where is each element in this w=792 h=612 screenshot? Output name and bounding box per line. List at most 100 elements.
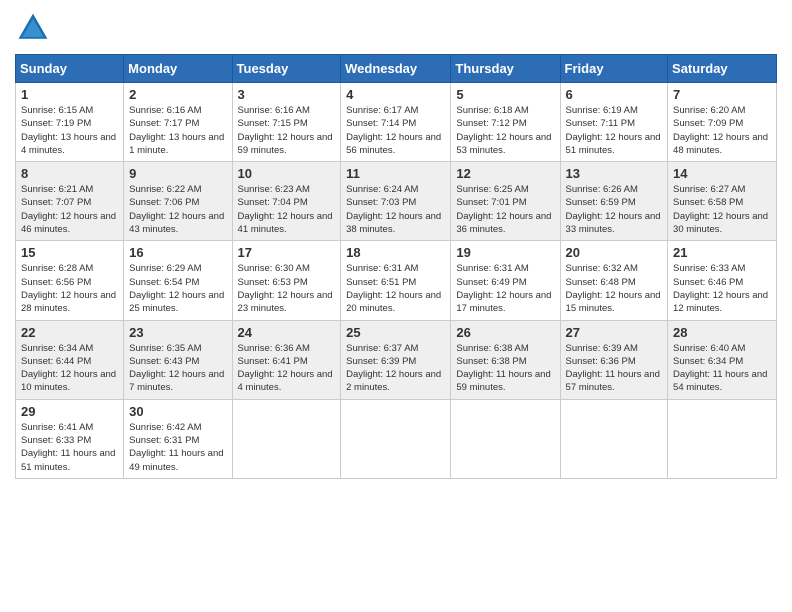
- day-info: Sunrise: 6:21 AMSunset: 7:07 PMDaylight:…: [21, 183, 118, 236]
- calendar-cell: 24 Sunrise: 6:36 AMSunset: 6:41 PMDaylig…: [232, 320, 341, 399]
- col-header-wednesday: Wednesday: [341, 55, 451, 83]
- day-number: 16: [129, 245, 226, 260]
- day-number: 11: [346, 166, 445, 181]
- calendar-cell: 30 Sunrise: 6:42 AMSunset: 6:31 PMDaylig…: [124, 399, 232, 478]
- day-number: 6: [566, 87, 663, 102]
- calendar-cell: 1 Sunrise: 6:15 AMSunset: 7:19 PMDayligh…: [16, 83, 124, 162]
- day-number: 28: [673, 325, 771, 340]
- day-number: 2: [129, 87, 226, 102]
- week-row-2: 8 Sunrise: 6:21 AMSunset: 7:07 PMDayligh…: [16, 162, 777, 241]
- day-number: 3: [238, 87, 336, 102]
- calendar-cell: 25 Sunrise: 6:37 AMSunset: 6:39 PMDaylig…: [341, 320, 451, 399]
- day-info: Sunrise: 6:23 AMSunset: 7:04 PMDaylight:…: [238, 183, 336, 236]
- day-number: 9: [129, 166, 226, 181]
- calendar: SundayMondayTuesdayWednesdayThursdayFrid…: [15, 54, 777, 479]
- day-info: Sunrise: 6:31 AMSunset: 6:49 PMDaylight:…: [456, 262, 554, 315]
- day-info: Sunrise: 6:38 AMSunset: 6:38 PMDaylight:…: [456, 342, 554, 395]
- calendar-cell: 23 Sunrise: 6:35 AMSunset: 6:43 PMDaylig…: [124, 320, 232, 399]
- day-info: Sunrise: 6:41 AMSunset: 6:33 PMDaylight:…: [21, 421, 118, 474]
- day-number: 24: [238, 325, 336, 340]
- day-info: Sunrise: 6:42 AMSunset: 6:31 PMDaylight:…: [129, 421, 226, 474]
- calendar-cell: 20 Sunrise: 6:32 AMSunset: 6:48 PMDaylig…: [560, 241, 668, 320]
- calendar-cell: 5 Sunrise: 6:18 AMSunset: 7:12 PMDayligh…: [451, 83, 560, 162]
- calendar-cell: 27 Sunrise: 6:39 AMSunset: 6:36 PMDaylig…: [560, 320, 668, 399]
- day-info: Sunrise: 6:32 AMSunset: 6:48 PMDaylight:…: [566, 262, 663, 315]
- calendar-cell: 10 Sunrise: 6:23 AMSunset: 7:04 PMDaylig…: [232, 162, 341, 241]
- day-number: 21: [673, 245, 771, 260]
- day-number: 14: [673, 166, 771, 181]
- calendar-cell: [232, 399, 341, 478]
- week-row-4: 22 Sunrise: 6:34 AMSunset: 6:44 PMDaylig…: [16, 320, 777, 399]
- day-info: Sunrise: 6:16 AMSunset: 7:17 PMDaylight:…: [129, 104, 226, 157]
- day-number: 20: [566, 245, 663, 260]
- calendar-cell: 8 Sunrise: 6:21 AMSunset: 7:07 PMDayligh…: [16, 162, 124, 241]
- col-header-sunday: Sunday: [16, 55, 124, 83]
- day-info: Sunrise: 6:16 AMSunset: 7:15 PMDaylight:…: [238, 104, 336, 157]
- day-number: 26: [456, 325, 554, 340]
- day-info: Sunrise: 6:40 AMSunset: 6:34 PMDaylight:…: [673, 342, 771, 395]
- header: [15, 10, 777, 46]
- col-header-friday: Friday: [560, 55, 668, 83]
- day-info: Sunrise: 6:17 AMSunset: 7:14 PMDaylight:…: [346, 104, 445, 157]
- day-number: 19: [456, 245, 554, 260]
- day-info: Sunrise: 6:18 AMSunset: 7:12 PMDaylight:…: [456, 104, 554, 157]
- day-number: 29: [21, 404, 118, 419]
- day-number: 17: [238, 245, 336, 260]
- day-info: Sunrise: 6:37 AMSunset: 6:39 PMDaylight:…: [346, 342, 445, 395]
- calendar-cell: 17 Sunrise: 6:30 AMSunset: 6:53 PMDaylig…: [232, 241, 341, 320]
- day-info: Sunrise: 6:22 AMSunset: 7:06 PMDaylight:…: [129, 183, 226, 236]
- day-number: 13: [566, 166, 663, 181]
- calendar-cell: 11 Sunrise: 6:24 AMSunset: 7:03 PMDaylig…: [341, 162, 451, 241]
- day-info: Sunrise: 6:31 AMSunset: 6:51 PMDaylight:…: [346, 262, 445, 315]
- day-info: Sunrise: 6:29 AMSunset: 6:54 PMDaylight:…: [129, 262, 226, 315]
- calendar-cell: 18 Sunrise: 6:31 AMSunset: 6:51 PMDaylig…: [341, 241, 451, 320]
- calendar-cell: 26 Sunrise: 6:38 AMSunset: 6:38 PMDaylig…: [451, 320, 560, 399]
- day-number: 22: [21, 325, 118, 340]
- day-info: Sunrise: 6:36 AMSunset: 6:41 PMDaylight:…: [238, 342, 336, 395]
- logo-icon: [15, 10, 51, 46]
- calendar-cell: 29 Sunrise: 6:41 AMSunset: 6:33 PMDaylig…: [16, 399, 124, 478]
- calendar-cell: 4 Sunrise: 6:17 AMSunset: 7:14 PMDayligh…: [341, 83, 451, 162]
- day-number: 30: [129, 404, 226, 419]
- calendar-cell: 15 Sunrise: 6:28 AMSunset: 6:56 PMDaylig…: [16, 241, 124, 320]
- day-number: 23: [129, 325, 226, 340]
- day-info: Sunrise: 6:19 AMSunset: 7:11 PMDaylight:…: [566, 104, 663, 157]
- calendar-cell: 6 Sunrise: 6:19 AMSunset: 7:11 PMDayligh…: [560, 83, 668, 162]
- day-info: Sunrise: 6:24 AMSunset: 7:03 PMDaylight:…: [346, 183, 445, 236]
- week-row-1: 1 Sunrise: 6:15 AMSunset: 7:19 PMDayligh…: [16, 83, 777, 162]
- day-info: Sunrise: 6:15 AMSunset: 7:19 PMDaylight:…: [21, 104, 118, 157]
- day-number: 7: [673, 87, 771, 102]
- calendar-cell: 19 Sunrise: 6:31 AMSunset: 6:49 PMDaylig…: [451, 241, 560, 320]
- col-header-saturday: Saturday: [668, 55, 777, 83]
- day-number: 12: [456, 166, 554, 181]
- calendar-cell: 3 Sunrise: 6:16 AMSunset: 7:15 PMDayligh…: [232, 83, 341, 162]
- day-info: Sunrise: 6:33 AMSunset: 6:46 PMDaylight:…: [673, 262, 771, 315]
- col-header-tuesday: Tuesday: [232, 55, 341, 83]
- calendar-cell: 9 Sunrise: 6:22 AMSunset: 7:06 PMDayligh…: [124, 162, 232, 241]
- day-number: 10: [238, 166, 336, 181]
- calendar-cell: 12 Sunrise: 6:25 AMSunset: 7:01 PMDaylig…: [451, 162, 560, 241]
- calendar-cell: 21 Sunrise: 6:33 AMSunset: 6:46 PMDaylig…: [668, 241, 777, 320]
- day-info: Sunrise: 6:30 AMSunset: 6:53 PMDaylight:…: [238, 262, 336, 315]
- day-info: Sunrise: 6:28 AMSunset: 6:56 PMDaylight:…: [21, 262, 118, 315]
- calendar-cell: [451, 399, 560, 478]
- day-info: Sunrise: 6:27 AMSunset: 6:58 PMDaylight:…: [673, 183, 771, 236]
- day-number: 4: [346, 87, 445, 102]
- col-header-monday: Monday: [124, 55, 232, 83]
- day-number: 25: [346, 325, 445, 340]
- calendar-cell: 16 Sunrise: 6:29 AMSunset: 6:54 PMDaylig…: [124, 241, 232, 320]
- week-row-3: 15 Sunrise: 6:28 AMSunset: 6:56 PMDaylig…: [16, 241, 777, 320]
- day-number: 5: [456, 87, 554, 102]
- day-info: Sunrise: 6:20 AMSunset: 7:09 PMDaylight:…: [673, 104, 771, 157]
- day-info: Sunrise: 6:35 AMSunset: 6:43 PMDaylight:…: [129, 342, 226, 395]
- day-number: 15: [21, 245, 118, 260]
- calendar-header-row: SundayMondayTuesdayWednesdayThursdayFrid…: [16, 55, 777, 83]
- logo: [15, 10, 55, 46]
- calendar-cell: [668, 399, 777, 478]
- day-number: 27: [566, 325, 663, 340]
- calendar-cell: 2 Sunrise: 6:16 AMSunset: 7:17 PMDayligh…: [124, 83, 232, 162]
- day-number: 8: [21, 166, 118, 181]
- day-info: Sunrise: 6:25 AMSunset: 7:01 PMDaylight:…: [456, 183, 554, 236]
- day-info: Sunrise: 6:39 AMSunset: 6:36 PMDaylight:…: [566, 342, 663, 395]
- calendar-cell: [341, 399, 451, 478]
